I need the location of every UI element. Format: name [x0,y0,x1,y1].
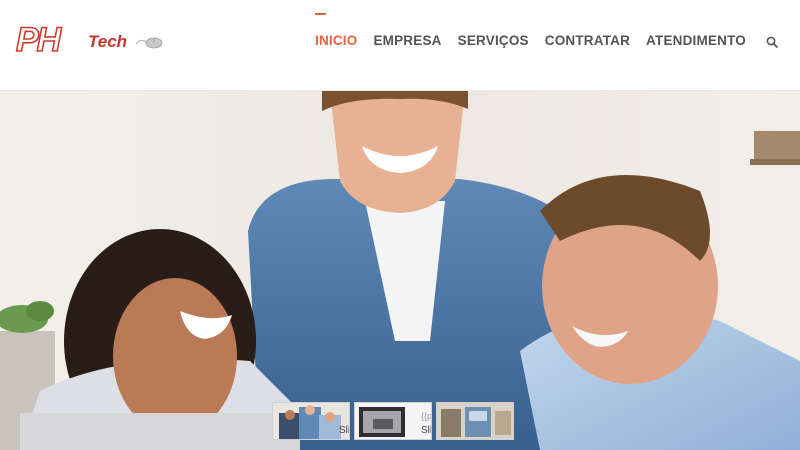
logo-mark: PH [15,20,62,60]
nav-item-servicos[interactable]: SERVIÇOS [458,33,529,49]
nav-item-atendimento[interactable]: ATENDIMENTO [646,33,746,49]
slider-thumbnail-2[interactable]: {{p Sli [354,402,432,440]
slider-thumbnails: Sli {{p Sli [272,402,514,440]
main-nav: INICIO EMPRESA SERVIÇOS CONTRATAR ATENDI… [315,13,746,49]
slider-thumbnail-1[interactable]: Sli [272,402,350,440]
mouse-icon [135,37,163,49]
logo[interactable]: PH Tech [15,20,166,60]
site-header: PH Tech INICIO EMPRESA SERVIÇOS CONTRATA… [0,0,800,91]
thumbnail-label: Sli [421,425,432,436]
hero-image [0,91,800,450]
slider-thumbnail-3[interactable] [436,402,514,440]
thumbnail-image [437,403,513,439]
logo-word: Tech [88,32,128,51]
nav-item-inicio[interactable]: INICIO [315,13,357,49]
nav-item-empresa[interactable]: EMPRESA [373,33,441,49]
thumbnail-label: Sli [339,425,350,436]
hero-slider: Sli {{p Sli [0,91,800,450]
nav-item-contratar[interactable]: CONTRATAR [545,33,630,49]
search-icon[interactable] [766,36,778,48]
thumbnail-top-label: {{p [421,411,432,421]
